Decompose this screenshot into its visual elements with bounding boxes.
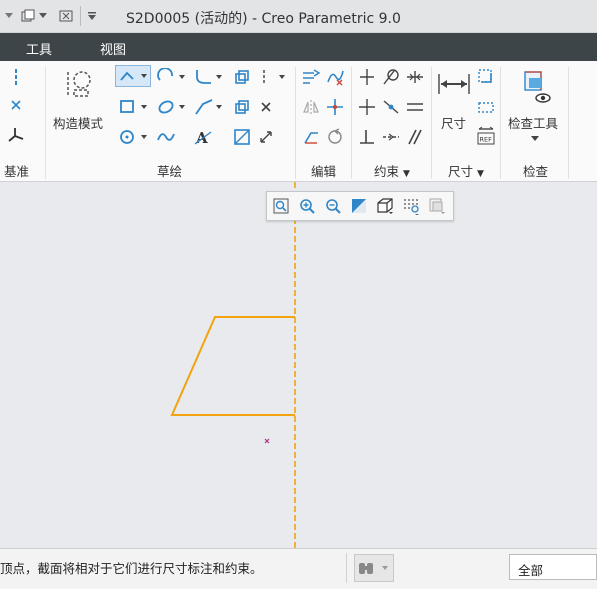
zoom-in-icon[interactable] xyxy=(297,196,317,216)
group-label-inspect: 检查 xyxy=(523,164,549,179)
group-label-datum: 基准 xyxy=(4,164,30,179)
rotate-resize-icon[interactable] xyxy=(325,127,345,147)
selection-filter-select[interactable]: 全部 xyxy=(509,554,597,580)
reference-dimension-icon[interactable]: REF xyxy=(476,125,496,147)
separator xyxy=(500,67,501,179)
dimension-button-label[interactable]: 尺寸 xyxy=(441,113,466,132)
coincident-constraint-icon[interactable] xyxy=(381,97,401,117)
tangent-constraint-icon[interactable] xyxy=(381,67,401,87)
centerline-icon[interactable] xyxy=(6,67,26,87)
equal-constraint-icon[interactable] xyxy=(405,97,425,117)
separator xyxy=(568,67,569,179)
separator xyxy=(45,67,46,179)
inspect-tools-dropdown-icon[interactable] xyxy=(528,133,542,145)
constrain-dropdown-icon: ▼ xyxy=(403,169,410,179)
sketch-canvas[interactable] xyxy=(0,182,597,548)
view-toolbar xyxy=(266,191,454,221)
window-title: S2D0005 (活动的) - Creo Parametric 9.0 xyxy=(126,11,401,27)
baseline-dimension-icon[interactable] xyxy=(476,97,496,117)
parallel-constraint-icon[interactable] xyxy=(405,127,425,147)
rectangle-tool-icon[interactable] xyxy=(115,97,151,117)
menu-view[interactable]: 视图 xyxy=(100,39,126,58)
group-label-dimension-text: 尺寸 xyxy=(448,164,474,179)
midpoint-constraint-icon[interactable] xyxy=(405,67,425,87)
sketch-profile[interactable] xyxy=(170,316,295,416)
mirror-icon[interactable] xyxy=(301,97,321,117)
coordinate-system-icon[interactable] xyxy=(6,125,26,145)
line-tool-icon[interactable] xyxy=(115,65,151,87)
point-tool-icon[interactable] xyxy=(256,97,276,117)
repaint-icon[interactable] xyxy=(349,196,369,216)
separator xyxy=(295,67,296,179)
separator xyxy=(431,67,432,179)
perimeter-dimension-icon[interactable] xyxy=(476,67,496,87)
display-style-icon[interactable] xyxy=(375,196,395,216)
project-tool-icon[interactable] xyxy=(256,127,276,147)
chamfer-tool-icon[interactable] xyxy=(193,97,225,117)
horizontal-constraint-icon[interactable] xyxy=(357,97,377,117)
status-bar: 顶点，截面将相对于它们进行尺寸标注和约束。 全部 xyxy=(0,548,597,589)
divide-icon[interactable] xyxy=(325,97,345,117)
window-switch-dropdown-icon[interactable] xyxy=(38,8,48,24)
inspect-tools-icon[interactable] xyxy=(518,67,554,105)
ellipse-tool-icon[interactable] xyxy=(156,97,188,117)
modify-icon[interactable] xyxy=(301,67,321,87)
datum-point-icon[interactable] xyxy=(6,95,26,115)
close-window-icon[interactable] xyxy=(58,8,74,24)
construction-mode-icon[interactable] xyxy=(62,67,94,101)
ribbon: 基准 构造模式 A 草绘 编辑 约束 ▼ 尺寸 REF 尺寸 ▼ 检查工具 检查 xyxy=(0,61,597,182)
group-label-edit: 编辑 xyxy=(311,164,337,179)
menu-tools[interactable]: 工具 xyxy=(26,39,52,58)
menu-bar: 工具 视图 xyxy=(0,33,597,61)
dimension-dropdown-icon: ▼ xyxy=(477,169,484,179)
dimension-icon[interactable] xyxy=(436,69,472,99)
svg-text:REF: REF xyxy=(480,136,493,144)
inspect-tools-label[interactable]: 检查工具 xyxy=(508,113,558,132)
title-bar: S2D0005 (活动的) - Creo Parametric 9.0 xyxy=(0,0,597,33)
group-label-constrain[interactable]: 约束 ▼ xyxy=(374,161,410,180)
status-message: 顶点，截面将相对于它们进行尺寸标注和约束。 xyxy=(0,561,263,576)
palette-tool-icon[interactable] xyxy=(232,127,252,147)
spline-tool-icon[interactable] xyxy=(156,127,176,147)
sketch-view-icon[interactable] xyxy=(427,196,447,216)
symmetric-constraint-icon[interactable] xyxy=(381,127,401,147)
offset-tool-icon[interactable] xyxy=(232,67,252,87)
title-separator xyxy=(80,6,81,26)
find-icon[interactable] xyxy=(354,554,394,582)
customize-toolbar-icon[interactable] xyxy=(86,8,98,24)
window-switch-icon[interactable] xyxy=(20,8,36,24)
quick-access-dropdown-icon[interactable] xyxy=(3,8,15,24)
selection-filter-value: 全部 xyxy=(518,563,544,578)
group-label-constrain-text: 约束 xyxy=(374,164,400,179)
fillet-tool-icon[interactable] xyxy=(193,67,225,87)
status-separator xyxy=(346,553,347,583)
vertical-constraint-icon[interactable] xyxy=(357,67,377,87)
construction-line-icon[interactable] xyxy=(256,67,288,87)
arc-tool-icon[interactable] xyxy=(156,67,188,87)
group-label-sketch: 草绘 xyxy=(157,164,183,179)
perpendicular-constraint-icon[interactable] xyxy=(357,127,377,147)
sketch-point[interactable] xyxy=(264,438,270,444)
text-tool-icon[interactable]: A xyxy=(193,127,213,147)
sketch-display-filters-icon[interactable] xyxy=(401,196,421,216)
refit-icon[interactable] xyxy=(271,196,291,216)
delete-segment-icon[interactable] xyxy=(325,67,345,87)
thicken-tool-icon[interactable] xyxy=(232,97,252,117)
group-label-dimension[interactable]: 尺寸 ▼ xyxy=(448,161,484,180)
circle-tool-icon[interactable] xyxy=(115,127,151,147)
separator xyxy=(351,67,352,179)
zoom-out-icon[interactable] xyxy=(323,196,343,216)
construction-mode-label[interactable]: 构造模式 xyxy=(53,113,103,132)
corner-icon[interactable] xyxy=(301,127,321,147)
graphics-area[interactable] xyxy=(0,182,597,548)
